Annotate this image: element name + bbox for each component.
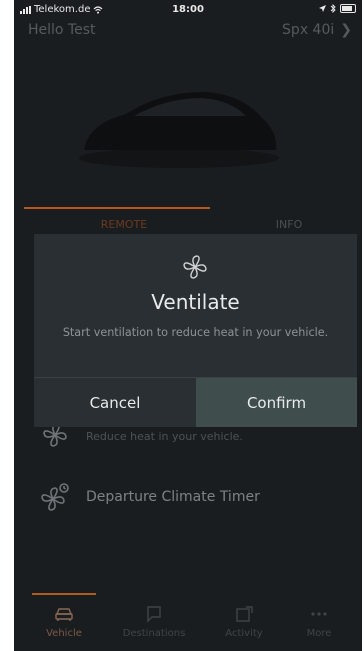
feature-departure-climate-timer[interactable]: Departure Climate Timer: [40, 482, 260, 512]
tab-info[interactable]: INFO: [219, 218, 359, 231]
status-right: [319, 4, 356, 13]
feature-texts: Departure Climate Timer: [86, 489, 260, 505]
fan-timer-icon: [41, 483, 69, 511]
nav-label: Destinations: [122, 628, 186, 639]
nav-vehicle[interactable]: Vehicle: [29, 605, 99, 639]
nav-label: Vehicle: [46, 628, 82, 639]
battery-icon: [340, 4, 356, 13]
active-nav-indicator: [32, 593, 96, 595]
vehicle-name: Spx 40i: [282, 22, 335, 38]
vehicle-selector[interactable]: Spx 40i ❯: [282, 22, 352, 38]
feature-subtitle: Reduce heat in your vehicle.: [86, 429, 243, 443]
bluetooth-icon: [330, 4, 336, 13]
chevron-right-icon: ❯: [340, 22, 352, 38]
nav-label: Activity: [225, 628, 263, 639]
car-image: [79, 92, 279, 168]
tab-remote[interactable]: REMOTE: [54, 218, 194, 231]
nav-destinations[interactable]: Destinations: [119, 605, 189, 639]
nav-label: More: [306, 628, 332, 639]
feature-title: Departure Climate Timer: [86, 489, 260, 505]
header: Hello Test Spx 40i ❯: [28, 22, 352, 46]
status-bar: Telekom.de 18:00: [14, 0, 362, 20]
confirm-button[interactable]: Confirm: [196, 378, 357, 427]
nav-activity[interactable]: Activity: [209, 605, 279, 639]
dialog-title: Ventilate: [151, 290, 240, 314]
cancel-button[interactable]: Cancel: [34, 378, 196, 427]
ventilate-dialog: Ventilate Start ventilation to reduce he…: [34, 234, 357, 427]
active-tab-indicator: [24, 207, 210, 209]
fan-icon: [183, 255, 207, 279]
greeting: Hello Test: [28, 22, 96, 38]
activity-icon: [236, 606, 253, 622]
location-arrow-icon: [319, 5, 326, 12]
nav-more[interactable]: More: [284, 605, 354, 639]
car-icon: [55, 608, 73, 621]
clock: 18:00: [172, 4, 204, 15]
more-icon: [311, 612, 327, 616]
app-screen: Telekom.de 18:00 Hello Test Spx 40i ❯ RE…: [14, 0, 362, 651]
dialog-description: Start ventilation to reduce heat in your…: [62, 326, 329, 339]
bottom-nav: Vehicle Destinations Activity More: [14, 591, 362, 651]
feature-texts: Reduce heat in your vehicle.: [86, 428, 243, 443]
chat-icon: [147, 606, 161, 623]
